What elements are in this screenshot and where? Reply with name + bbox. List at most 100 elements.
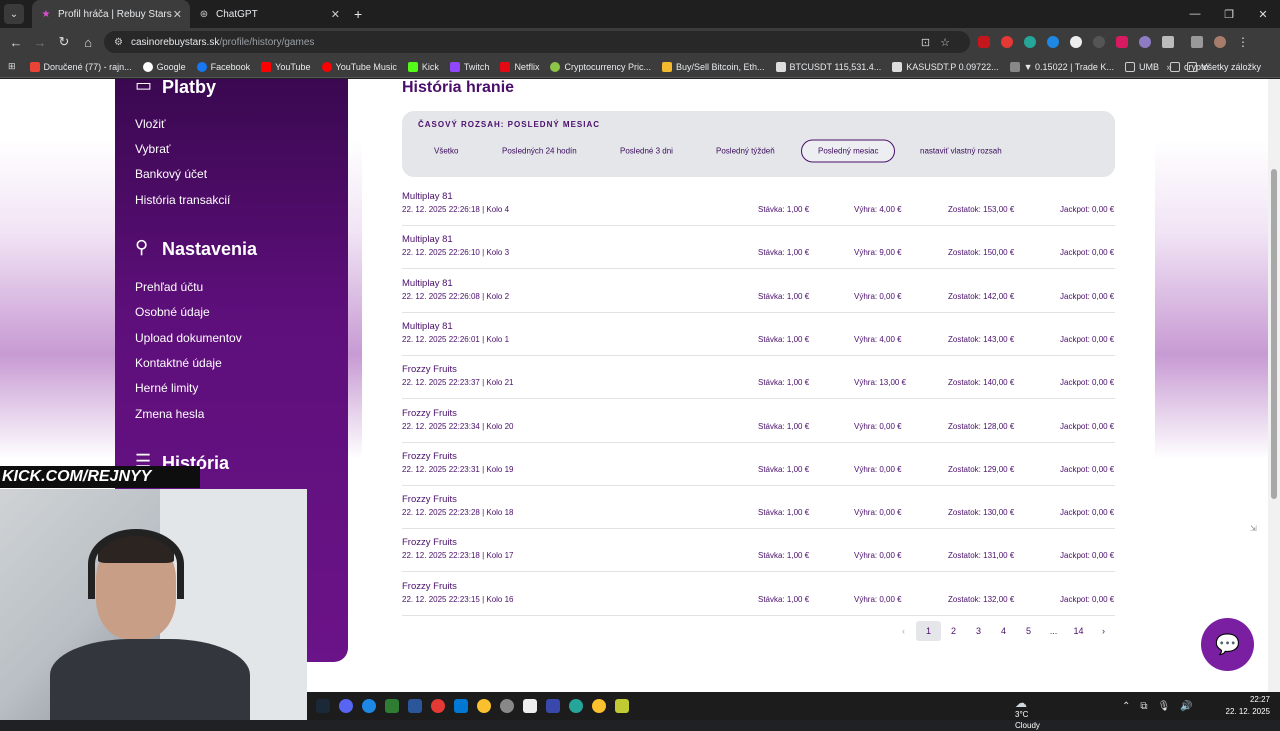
youtube-music-icon xyxy=(321,61,332,72)
sidebar-item-bankovy-ucet[interactable]: Bankový účet xyxy=(135,167,207,181)
bookmark-binance[interactable]: Buy/Sell Bitcoin, Eth... xyxy=(661,61,765,72)
tab-search-button[interactable]: ⌄ xyxy=(4,4,24,24)
sidebar-item-upload-dokumentov[interactable]: Upload dokumentov xyxy=(135,331,242,345)
window-close-button[interactable]: ✕ xyxy=(1246,0,1280,28)
profile-avatar-icon[interactable] xyxy=(1214,36,1226,48)
weather-widget[interactable]: ☁ 3°C Cloudy xyxy=(1015,694,1040,731)
bookmark-trade[interactable]: ▼ 0.15022 | Trade K... xyxy=(1009,61,1114,72)
chrome-active-icon[interactable] xyxy=(592,699,606,713)
home-button[interactable]: ⌂ xyxy=(76,35,100,50)
sidebar-item-osobne-udaje[interactable]: Osobné údaje xyxy=(135,305,210,319)
site-info-icon[interactable]: ⚙ xyxy=(114,37,123,48)
apps-grid-icon[interactable]: ⊞ xyxy=(8,61,16,72)
filter-vlastny-rozsah[interactable]: nastaviť vlastný rozsah xyxy=(920,147,1002,156)
speaker-icon[interactable]: 🔊 xyxy=(1180,701,1192,712)
filter-mesiac[interactable]: Posledný mesiac xyxy=(801,139,896,163)
live-chat-button[interactable]: 💬 xyxy=(1201,618,1254,671)
obs-icon[interactable] xyxy=(546,699,560,713)
steam-icon[interactable] xyxy=(316,699,330,713)
game-stake: Stávka: 1,00 € xyxy=(758,205,810,214)
bookmark-label: Všetky záložky xyxy=(1201,62,1261,72)
bookmark-twitch[interactable]: Twitch xyxy=(449,61,489,72)
extension-blue-icon[interactable] xyxy=(1047,36,1059,48)
page-5-button[interactable]: 5 xyxy=(1016,621,1041,641)
extension-white-icon[interactable] xyxy=(1070,36,1082,48)
extension-red-icon[interactable] xyxy=(1001,36,1013,48)
system-tray: ⌃ ⧉ 🎙 🔊 xyxy=(1122,692,1193,720)
mic-icon[interactable]: 🎙 xyxy=(1158,701,1171,712)
sidebar-item-vlozit[interactable]: Vložiť xyxy=(135,117,166,131)
game-name: Multiplay 81 xyxy=(402,320,453,332)
chrome-icon[interactable] xyxy=(477,699,491,713)
bookmark-star-icon[interactable]: ⊡☆ xyxy=(921,36,960,49)
reload-button[interactable]: ↻ xyxy=(52,34,76,50)
sidebar-item-vybrat[interactable]: Vybrať xyxy=(135,142,170,156)
page-1-button[interactable]: 1 xyxy=(916,621,941,641)
chatgpt-icon[interactable] xyxy=(500,699,514,713)
bookmark-netflix[interactable]: Netflix xyxy=(500,61,539,72)
extensions-puzzle-icon[interactable] xyxy=(1162,36,1174,48)
new-tab-button[interactable]: + xyxy=(354,6,362,22)
bookmark-kasusdt[interactable]: KASUSDT.P 0.09722... xyxy=(892,61,999,72)
media-control-icon[interactable] xyxy=(1191,36,1203,48)
close-icon[interactable]: ✕ xyxy=(173,8,182,21)
bookmark-btcusdt[interactable]: BTCUSDT 115,531.4... xyxy=(775,61,881,72)
discord-icon[interactable] xyxy=(339,699,353,713)
extension-teal-icon[interactable] xyxy=(1024,36,1036,48)
bookmark-kick[interactable]: Kick xyxy=(407,61,439,72)
page-14-button[interactable]: 14 xyxy=(1066,621,1091,641)
sidebar-item-herne-limity[interactable]: Herné limity xyxy=(135,381,198,395)
clock[interactable]: 22:27 22. 12. 2025 xyxy=(1226,694,1270,718)
kick-app-icon[interactable] xyxy=(569,699,583,713)
sidebar-item-prehlad-uctu[interactable]: Prehľad účtu xyxy=(135,280,203,294)
filter-24-hodin[interactable]: Posledných 24 hodín xyxy=(502,147,577,156)
filter-tyzden[interactable]: Posledný týždeň xyxy=(716,147,775,156)
all-bookmarks-folder[interactable]: Všetky záložky xyxy=(1187,62,1261,72)
bookmark-youtube-music[interactable]: YouTube Music xyxy=(321,61,397,72)
next-page-button[interactable]: › xyxy=(1091,621,1116,641)
tab-casino[interactable]: ★ Profil hráča | Rebuy Stars casino ✕ xyxy=(32,0,190,28)
forward-button[interactable]: → xyxy=(28,35,52,50)
tab-chatgpt[interactable]: ⊛ ChatGPT ✕ xyxy=(190,0,348,28)
sidebar-item-kontaktne-udaje[interactable]: Kontaktné údaje xyxy=(135,356,222,370)
chevron-up-icon[interactable]: ⌃ xyxy=(1122,701,1130,712)
bookmark-facebook[interactable]: Facebook xyxy=(196,61,250,72)
filter-vsetko[interactable]: Všetko xyxy=(434,147,458,156)
maximize-button[interactable]: ❐ xyxy=(1212,0,1246,28)
app-blue-icon[interactable] xyxy=(362,699,376,713)
side-tab-icon[interactable]: ⇲ xyxy=(1250,524,1257,533)
adblock-icon[interactable] xyxy=(978,36,990,48)
extension-purple-icon[interactable] xyxy=(1139,36,1151,48)
scrollbar-thumb[interactable] xyxy=(1271,169,1277,499)
filter-3-dni[interactable]: Posledné 3 dni xyxy=(620,147,673,156)
minimize-button[interactable]: — xyxy=(1178,0,1212,28)
notes-icon[interactable] xyxy=(385,699,399,713)
menu-icon[interactable]: ⋮ xyxy=(1237,35,1249,49)
page-2-button[interactable]: 2 xyxy=(941,621,966,641)
bookmark-gmail[interactable]: Doručené (77) - rajn... xyxy=(29,61,132,72)
app-yellow-icon[interactable] xyxy=(615,699,629,713)
capcut-icon[interactable] xyxy=(523,699,537,713)
word-icon[interactable] xyxy=(408,699,422,713)
sidebar-item-zmena-hesla[interactable]: Zmena hesla xyxy=(135,407,204,421)
chevron-right-icon[interactable]: » xyxy=(1166,62,1171,72)
game-row: Multiplay 81 22. 12. 2025 22:26:10 | Kolo… xyxy=(402,226,1115,270)
page-3-button[interactable]: 3 xyxy=(966,621,991,641)
bookmark-coinmarketcap[interactable]: Cryptocurrency Pric... xyxy=(550,61,651,72)
url-bar[interactable]: ⚙ casinorebuystars.sk /profile/history/g… xyxy=(104,31,970,53)
bookmark-folder-umb[interactable]: UMB xyxy=(1124,61,1159,72)
game-stake: Stávka: 1,00 € xyxy=(758,291,810,301)
close-icon[interactable]: ✕ xyxy=(331,8,340,21)
page-scrollbar[interactable] xyxy=(1268,79,1280,692)
bookmark-google[interactable]: Google xyxy=(142,61,186,72)
back-button[interactable]: ← xyxy=(4,35,28,50)
prev-page-button[interactable]: ‹ xyxy=(891,621,916,641)
page-4-button[interactable]: 4 xyxy=(991,621,1016,641)
sidebar-item-historia-transakcii[interactable]: História transakcií xyxy=(135,193,230,207)
opera-icon[interactable] xyxy=(431,699,445,713)
outlook-icon[interactable] xyxy=(454,699,468,713)
extension-pink-icon[interactable] xyxy=(1116,36,1128,48)
bookmark-youtube[interactable]: YouTube xyxy=(261,61,311,72)
network-icon[interactable]: ⧉ xyxy=(1140,701,1147,712)
extension-gray-icon[interactable] xyxy=(1093,36,1105,48)
